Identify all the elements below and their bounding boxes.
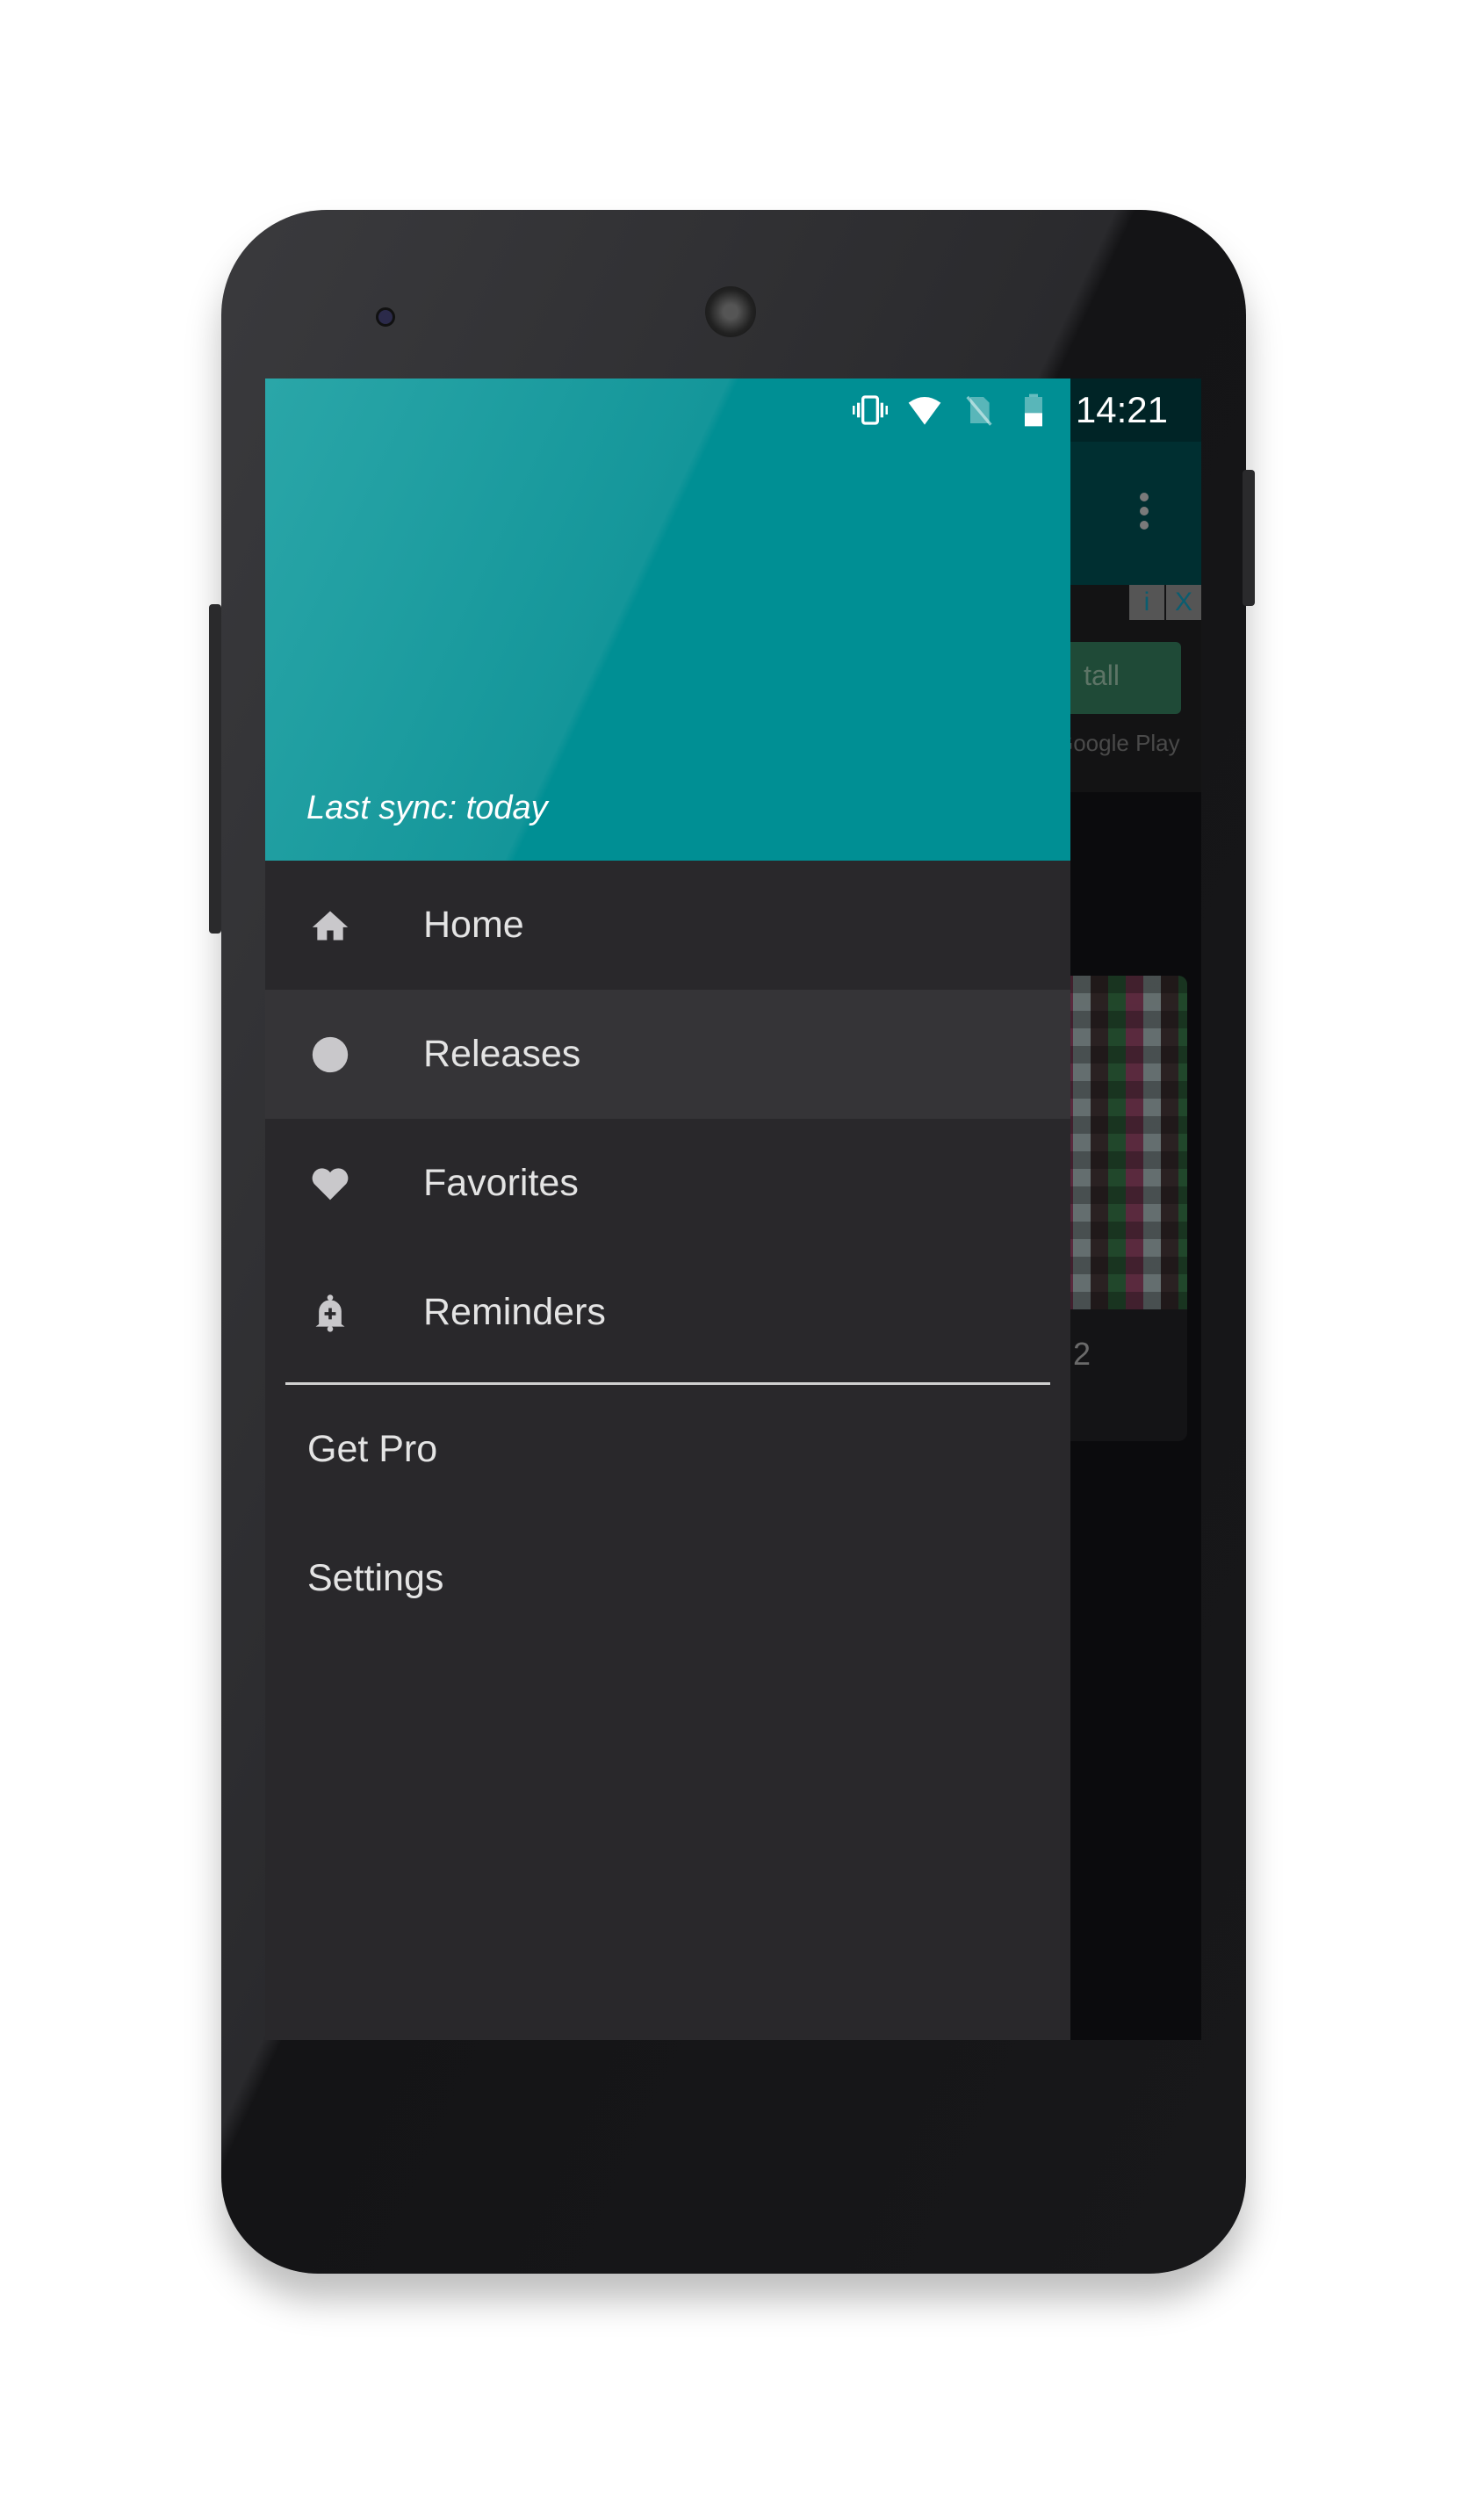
bell-plus-icon [311, 1294, 349, 1332]
heart-icon [311, 1164, 349, 1203]
no-sim-icon [966, 395, 992, 426]
nav-item-label: Favorites [423, 1162, 579, 1204]
clock: 14:21 [1075, 389, 1168, 430]
nav-item-releases[interactable]: Releases [265, 990, 1070, 1119]
card-number: 2 [1073, 1336, 1091, 1372]
nav-item-label: Home [423, 904, 524, 946]
nav-item-reminders[interactable]: Reminders [265, 1248, 1070, 1377]
vibrate-icon [852, 395, 888, 425]
last-sync-text: Last sync: today [306, 789, 548, 826]
status-bar: 14:21 [265, 379, 1201, 442]
nav-item-settings[interactable]: Settings [265, 1514, 1070, 1643]
nav-item-home[interactable]: Home [265, 861, 1070, 990]
nav-item-label: Reminders [423, 1291, 606, 1333]
drawer-header: Last sync: today [265, 379, 1070, 861]
release-card[interactable]: 2 [1055, 976, 1187, 1441]
ad-close-icon[interactable]: X [1166, 585, 1201, 620]
nav-item-favorites[interactable]: Favorites [265, 1119, 1070, 1248]
release-artwork [1055, 976, 1187, 1309]
volume-button [209, 604, 221, 934]
ad-info-icon[interactable]: i [1129, 585, 1164, 620]
nav-item-label: Releases [423, 1033, 581, 1075]
nav-item-get-pro[interactable]: Get Pro [265, 1385, 1070, 1514]
power-button [1243, 470, 1255, 606]
ad-source: Google Play [1055, 730, 1180, 756]
navigation-drawer: Last sync: today Home Releases Favorites… [265, 379, 1070, 2040]
wifi-icon [908, 397, 941, 425]
home-icon [311, 906, 349, 945]
ad-install-button[interactable]: tall [1055, 642, 1181, 714]
front-camera [376, 307, 395, 327]
speaker-grille [705, 286, 756, 337]
battery-icon [1024, 393, 1042, 427]
circle-icon [311, 1035, 349, 1074]
overflow-menu-icon[interactable] [1140, 493, 1149, 535]
screen: i X tall Google Play 2 14:21 Last sync: … [265, 379, 1201, 2040]
